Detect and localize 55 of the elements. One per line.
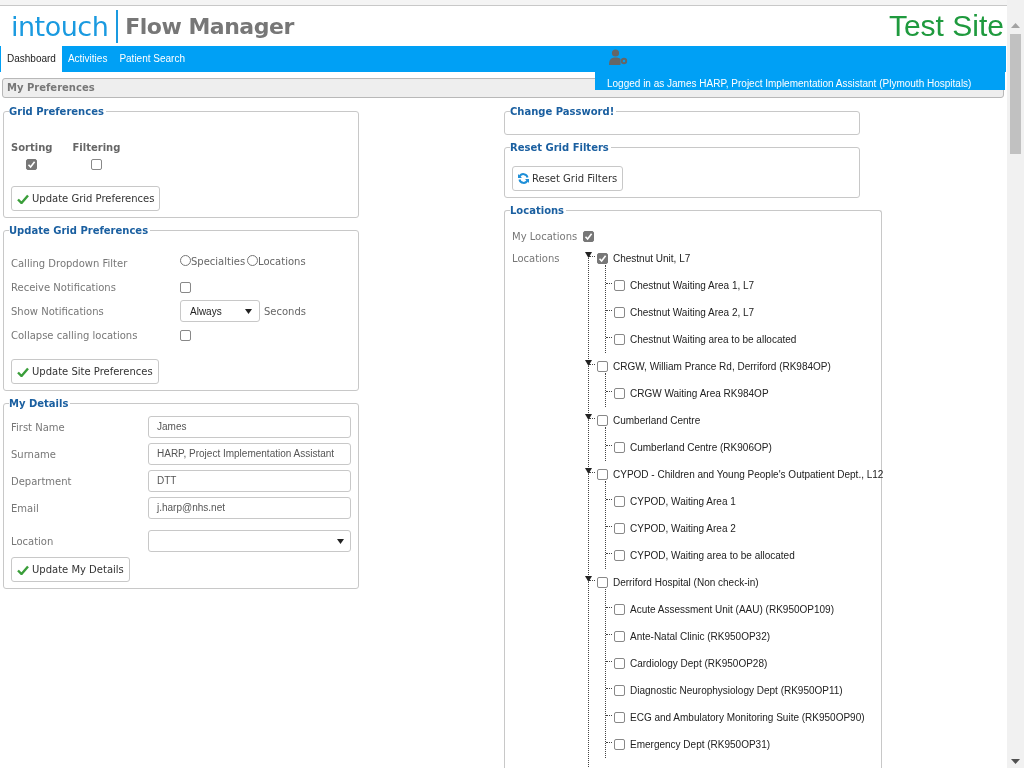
tree-item-label[interactable]: CRGW Waiting Area RK984OP: [630, 388, 769, 399]
field-label: Surname: [11, 448, 56, 460]
section-title: Reset Grid Filters: [510, 141, 611, 154]
field-label: Receive Notifications: [11, 281, 117, 293]
section-title: My Details: [9, 397, 71, 410]
radio-label: Specialties: [191, 255, 246, 267]
tree-item-label[interactable]: Chestnut Waiting area to be allocated: [630, 334, 797, 345]
input-field[interactable]: j.harp@nhs.net: [148, 497, 351, 519]
reset-button[interactable]: Reset Grid Filters: [512, 166, 624, 191]
input-field[interactable]: DTT: [148, 470, 351, 492]
field-label: My Locations: [512, 231, 578, 242]
field-label: Location: [11, 535, 54, 547]
tree-item-label[interactable]: Chestnut Unit, L7: [613, 253, 691, 264]
tree-item-label[interactable]: CYPOD, Waiting area to be allocated: [630, 550, 795, 561]
tree-item-label[interactable]: Derriford Hospital (Non check-in): [613, 577, 759, 588]
field-label: Collapse calling locations: [11, 329, 139, 341]
section-title: Update Grid Preferences: [9, 224, 151, 237]
logo-brand: intouch: [11, 10, 109, 42]
nav-tab[interactable]: Dashboard: [1, 46, 62, 72]
logged-in-text: Logged in as James HARP, Project Implementation Assistant (Plymouth Hospitals): [595, 72, 1005, 90]
tree-item-label[interactable]: Acute Assessment Unit (AAU) (RK950OP109): [630, 604, 834, 615]
tree-item-label[interactable]: CRGW, William Prance Rd, Derriford (RK984OP): [613, 361, 831, 372]
dropdown[interactable]: Always: [180, 300, 260, 322]
field-label: Email: [11, 502, 39, 514]
tree-item-label[interactable]: Diagnostic Neurophysiology Dept (RK950OP11): [630, 685, 843, 696]
section-title: Grid Preferences: [9, 105, 106, 118]
tree-item-label[interactable]: CYPOD, Waiting Area 2: [630, 523, 736, 534]
field-label: First Name: [11, 421, 65, 433]
section-title: Locations: [510, 204, 567, 217]
site-label: Test Site: [888, 9, 1005, 43]
field-label: Show Notifications: [11, 305, 105, 317]
tree-item-label[interactable]: ECG and Ambulatory Monitoring Suite (RK950OP90): [630, 712, 865, 723]
option-label: Filtering: [72, 142, 121, 153]
unit-label: Seconds: [264, 305, 306, 317]
field-label: Department: [11, 475, 72, 487]
input-field[interactable]: HARP, Project Implementation Assistant: [148, 443, 351, 465]
tree-item-label[interactable]: CYPOD - Children and Young People's Outpatient Dept., L12: [613, 469, 884, 480]
tree-item-label[interactable]: Chestnut Waiting Area 1, L7: [630, 280, 755, 291]
tree-item-label[interactable]: Ante-Natal Clinic (RK950OP32): [630, 631, 771, 642]
update-button[interactable]: Update Site Preferences: [11, 359, 159, 384]
tree-item-label[interactable]: Chestnut Waiting Area 2, L7: [630, 307, 755, 318]
option-label: Sorting: [11, 142, 53, 153]
tree-item-label[interactable]: Cumberland Centre (RK906OP): [630, 442, 772, 453]
radio-label: Locations: [258, 255, 306, 267]
tree-item-label[interactable]: CYPOD, Waiting Area 1: [630, 496, 736, 507]
input-field[interactable]: James: [148, 416, 351, 438]
update-button[interactable]: Update My Details: [11, 557, 130, 582]
logo-product: Flow Manager: [125, 13, 294, 39]
tree-item-label[interactable]: Cumberland Centre: [613, 415, 701, 426]
tree-item-label[interactable]: Emergency Dept (RK950OP31): [630, 739, 771, 750]
update-button[interactable]: Update Grid Preferences: [11, 186, 161, 211]
section-title: Change Password!: [510, 105, 617, 118]
tree-item-label[interactable]: Cardiology Dept (RK950OP28): [630, 658, 768, 669]
field-label: Calling Dropdown Filter: [11, 257, 129, 269]
field-label: Locations: [512, 253, 561, 266]
